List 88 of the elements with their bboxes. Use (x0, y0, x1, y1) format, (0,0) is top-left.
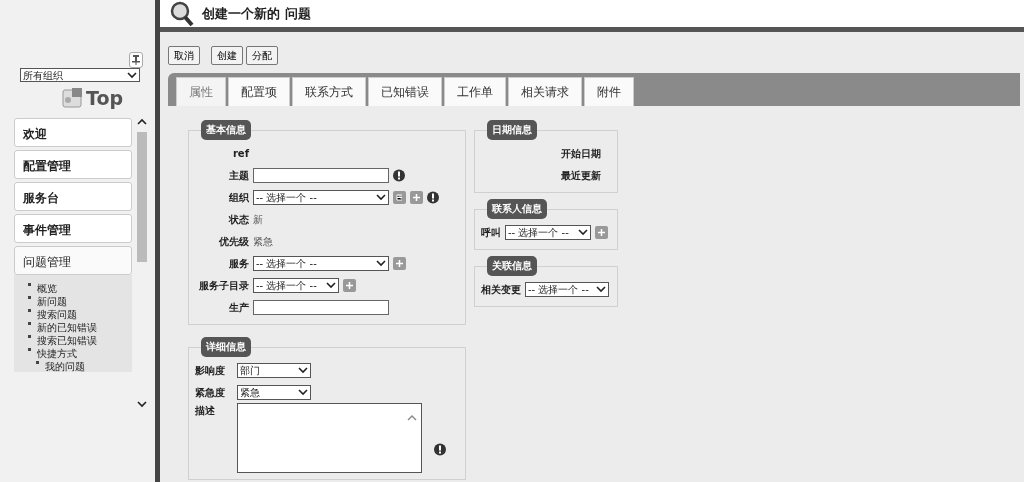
bullet-icon (28, 322, 31, 325)
action-button[interactable]: 取消 (168, 46, 200, 65)
add-button[interactable] (595, 225, 608, 239)
text-area[interactable] (237, 403, 422, 473)
field-value: 新 (253, 212, 263, 227)
logo-icon (62, 88, 84, 109)
caret-icon (376, 259, 386, 267)
sidebar-item[interactable]: 问题管理 (14, 246, 132, 275)
field-label: 紧急度 (195, 385, 226, 400)
text-field[interactable] (253, 299, 389, 315)
field-label: 状态 (227, 212, 249, 227)
bullet-icon (28, 309, 31, 312)
tab[interactable]: 属性 (176, 77, 226, 106)
sidebar-item[interactable]: 欢迎 (14, 118, 132, 147)
add-button[interactable] (410, 190, 423, 204)
section-legend: 基本信息 (201, 120, 251, 140)
menu-link[interactable]: 搜索已知错误 (37, 335, 97, 346)
select-field[interactable]: -- 选择一个 -- (505, 224, 591, 240)
text-field[interactable] (253, 167, 389, 183)
organization-select[interactable]: 所有组织 (20, 68, 140, 82)
select-field[interactable]: 部门 (237, 362, 311, 378)
add-button[interactable] (393, 256, 406, 270)
caret-icon (326, 281, 336, 289)
field-label: ref (231, 146, 249, 161)
action-button[interactable]: 创建 (210, 46, 243, 65)
logo-text: Top (86, 86, 124, 111)
field-value: 紧急 (253, 234, 273, 249)
section-legend: 关联信息 (487, 256, 537, 276)
sidebar-item[interactable]: 配置管理 (14, 150, 132, 179)
caret-icon (578, 228, 588, 236)
bullet-icon (28, 348, 31, 351)
field-label: 主题 (228, 168, 249, 183)
field-label: 优先级 (218, 234, 249, 249)
field-label: 服务 (228, 256, 249, 271)
select-field[interactable]: -- 选择一个 -- (253, 277, 339, 293)
scroll-up-icon (407, 414, 417, 422)
tab[interactable]: 联系方式 (292, 77, 366, 106)
menu-link[interactable]: 新问题 (37, 296, 67, 307)
menu-link[interactable]: 新的已知错误 (37, 322, 97, 333)
select-field[interactable]: 紧急 (237, 384, 311, 400)
bullet-icon (28, 296, 31, 299)
field-label: 描述 (195, 404, 216, 418)
sidebar-item[interactable]: 事件管理 (14, 214, 132, 243)
sidebar-item[interactable]: 服务台 (14, 182, 132, 211)
scroll-down-icon[interactable] (137, 400, 147, 408)
select-field[interactable]: -- 选择一个 -- (253, 189, 389, 205)
section-legend: 日期信息 (487, 120, 537, 140)
menu-link[interactable]: 快捷方式 (37, 348, 77, 359)
tab[interactable]: 附件 (584, 77, 634, 106)
tab[interactable]: 工作单 (444, 77, 506, 106)
search-icon (170, 0, 194, 27)
field-label: 生产 (228, 300, 249, 315)
page-title: 创建一个新的 问题 (202, 4, 311, 23)
section-legend: 联系人信息 (487, 199, 547, 219)
scroll-up-icon[interactable] (137, 118, 147, 126)
caret-icon (596, 285, 606, 293)
caret-icon (127, 71, 137, 79)
caret-icon (298, 366, 308, 374)
menu-link[interactable]: 搜索问题 (37, 309, 77, 320)
bullet-icon (28, 335, 31, 338)
add-button[interactable] (343, 278, 356, 292)
caret-icon (376, 193, 386, 201)
tab[interactable]: 相关请求 (508, 77, 582, 106)
menu-link[interactable]: 概览 (37, 283, 57, 294)
plus-icon (598, 228, 605, 236)
section-legend: 详细信息 (201, 337, 251, 357)
plus-icon (396, 259, 403, 267)
menu-link[interactable]: 我的问题 (45, 361, 85, 372)
tab[interactable]: 已知错误 (368, 77, 442, 106)
caret-icon (298, 388, 308, 396)
select-field[interactable]: -- 选择一个 -- (525, 281, 609, 297)
field-label: 开始日期 (560, 146, 601, 161)
pin-icon (132, 55, 140, 65)
field-label: 组织 (228, 190, 249, 205)
select-field[interactable]: -- 选择一个 -- (253, 255, 389, 271)
tab[interactable]: 配置项 (228, 77, 290, 106)
plus-icon (346, 281, 353, 289)
action-button[interactable]: 分配 (245, 46, 278, 65)
scrollbar-thumb[interactable] (137, 132, 147, 262)
field-label: 服务子目录 (198, 278, 249, 293)
field-label: 最近更新 (560, 168, 601, 183)
field-label: 呼叫 (481, 225, 501, 240)
field-label: 相关变更 (481, 282, 521, 297)
pin-button[interactable] (129, 52, 143, 68)
bullet-icon (28, 283, 31, 286)
plus-icon (413, 193, 420, 201)
bullet-icon (36, 361, 39, 364)
field-label: 影响度 (195, 363, 226, 378)
